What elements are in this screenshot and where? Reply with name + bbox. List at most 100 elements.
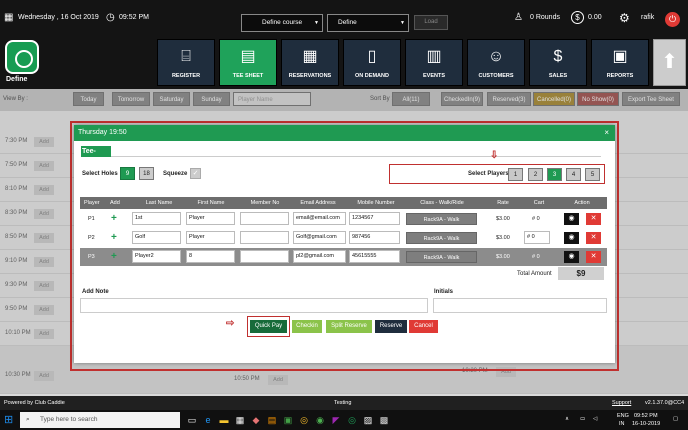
nav-register[interactable]: ⌸ REGISTER [157, 39, 215, 86]
header-member-no: Member No [250, 200, 280, 206]
load-button[interactable]: Load [414, 15, 448, 30]
squeeze-checkbox[interactable]: ✓ [190, 168, 201, 179]
close-icon[interactable]: ✕ [586, 251, 601, 263]
eye-icon[interactable]: ◉ [564, 251, 579, 263]
class-select[interactable]: Rack9A - Walk [406, 213, 477, 225]
visual-studio-icon[interactable]: ◤ [330, 414, 342, 426]
eye-icon[interactable]: ◉ [564, 232, 579, 244]
member-no-input[interactable] [240, 212, 289, 225]
folder-icon[interactable]: ▬ [218, 414, 230, 426]
eye-icon[interactable]: ◉ [564, 213, 579, 225]
header-add: Add [110, 200, 120, 206]
dollar-icon: $ [571, 11, 584, 24]
events-icon: ▥ [426, 48, 442, 65]
checkin-button[interactable]: Checkin [292, 320, 322, 333]
nav-sales[interactable]: $ SALES [529, 39, 587, 86]
close-icon[interactable]: ✕ [586, 232, 601, 244]
quick-pay-button[interactable]: Quick Pay [250, 320, 287, 333]
plus-icon[interactable]: + [111, 233, 117, 243]
course-select[interactable]: Define course ▼ [241, 14, 323, 32]
power-icon[interactable]: ⏻ [665, 12, 680, 27]
close-icon[interactable]: ✕ [586, 213, 601, 225]
nav-events[interactable]: ▥ EVENTS [405, 39, 463, 86]
header-cart: Cart [533, 200, 545, 206]
chevron-down-icon: ▼ [400, 20, 405, 26]
players-2-button[interactable]: 2 [528, 168, 543, 181]
sales-icon: $ [553, 48, 563, 65]
section-title: Tee-Time [81, 146, 111, 166]
email-input[interactable]: pl2@gmail.com [293, 250, 346, 263]
nav-on-demand[interactable]: ▯ ON DEMAND [343, 39, 401, 86]
cancel-button[interactable]: Cancel [409, 320, 438, 333]
players-1-button[interactable]: 1 [508, 168, 523, 181]
member-no-input[interactable] [240, 250, 289, 263]
first-name-input[interactable]: Player [186, 231, 235, 244]
app-icon[interactable]: ◉ [314, 414, 326, 426]
check-icon: ✓ [192, 170, 199, 177]
last-name-input[interactable]: 1st [132, 212, 181, 225]
nav-reservations[interactable]: ▦ RESERVATIONS [281, 39, 339, 86]
email-input[interactable]: email@email.com [293, 212, 346, 225]
edge-icon[interactable]: e [202, 414, 214, 426]
member-no-input[interactable] [240, 231, 289, 244]
initials-label: Initials [434, 289, 454, 295]
app-icon[interactable]: ▨ [362, 414, 374, 426]
email-input[interactable]: Golf@gmail.com [293, 231, 346, 244]
nav-label: REPORTS [606, 73, 634, 79]
reserve-button[interactable]: Reserve [375, 320, 407, 333]
gear-icon[interactable]: ⚙ [619, 11, 630, 25]
chevron-down-icon: ▼ [314, 20, 319, 26]
holes-9-button[interactable]: 9 [120, 167, 135, 180]
club-logo[interactable] [5, 40, 39, 74]
rate-value: $3.00 [496, 216, 510, 222]
first-name-input[interactable]: 8 [186, 250, 235, 263]
app-icon[interactable]: ◆ [250, 414, 262, 426]
nav-tee-sheet[interactable]: ▤ TEE SHEET [219, 39, 277, 86]
clock-time[interactable]: 09:52 PM [634, 413, 658, 419]
last-name-input[interactable]: Player2 [132, 250, 181, 263]
nav-label: EVENTS [422, 73, 445, 79]
first-name-input[interactable]: Player [186, 212, 235, 225]
arrow-right-icon: ⇨ [226, 318, 235, 329]
nav-reports[interactable]: ▣ REPORTS [591, 39, 649, 86]
players-4-button[interactable]: 4 [566, 168, 581, 181]
store-icon[interactable]: ▦ [234, 414, 246, 426]
chrome-icon[interactable]: ◎ [298, 414, 310, 426]
add-note-input[interactable] [80, 298, 428, 313]
app-icon[interactable]: ▤ [266, 414, 278, 426]
nav-customers[interactable]: ☺ CUSTOMERS [467, 39, 525, 86]
clock-date: 16-10-2019 [632, 421, 661, 427]
app-icon[interactable]: ▣ [282, 414, 294, 426]
plus-icon[interactable]: + [111, 214, 117, 224]
notification-icon[interactable]: ▢ [673, 416, 678, 422]
version-label: v2.1.37.0@CC4 [645, 400, 685, 406]
chevron-up-icon[interactable]: ∧ [565, 416, 569, 422]
initials-input[interactable] [433, 298, 607, 313]
split-reserve-button[interactable]: Split Reserve [326, 320, 372, 333]
class-select[interactable]: Rack9A - Walk [406, 251, 477, 263]
class-select[interactable]: Rack9A - Walk [406, 232, 477, 244]
app-icon[interactable]: ▩ [378, 414, 390, 426]
windows-start-icon[interactable]: ⊞ [4, 414, 16, 426]
club-caddie-icon[interactable]: ◎ [346, 414, 358, 426]
scroll-up-button[interactable]: ⬆ [653, 39, 686, 86]
volume-icon[interactable]: ◁ [593, 416, 597, 422]
support-link[interactable]: Support [612, 396, 631, 410]
plus-icon[interactable]: + [111, 252, 117, 262]
language-label[interactable]: ENG [617, 413, 629, 419]
last-name-input[interactable]: Golf [132, 231, 181, 244]
players-5-button[interactable]: 5 [585, 168, 600, 181]
modal-header: Thursday 19:50 × [74, 125, 615, 141]
close-icon[interactable]: × [604, 125, 609, 141]
nav-label: CUSTOMERS [478, 73, 514, 79]
mobile-input[interactable]: 1234567 [349, 212, 400, 225]
mobile-input[interactable]: 45615555 [349, 250, 400, 263]
taskbar-search[interactable]: ⌕ Type here to search [20, 412, 180, 428]
cart-input[interactable]: # 0 [524, 231, 550, 244]
mobile-input[interactable]: 987456 [349, 231, 400, 244]
holes-18-button[interactable]: 18 [139, 167, 154, 180]
define-select[interactable]: Define ▼ [327, 14, 409, 32]
total-amount-label: Total Amount [517, 271, 552, 277]
players-3-button[interactable]: 3 [547, 168, 562, 181]
task-view-icon[interactable]: ▭ [186, 414, 198, 426]
